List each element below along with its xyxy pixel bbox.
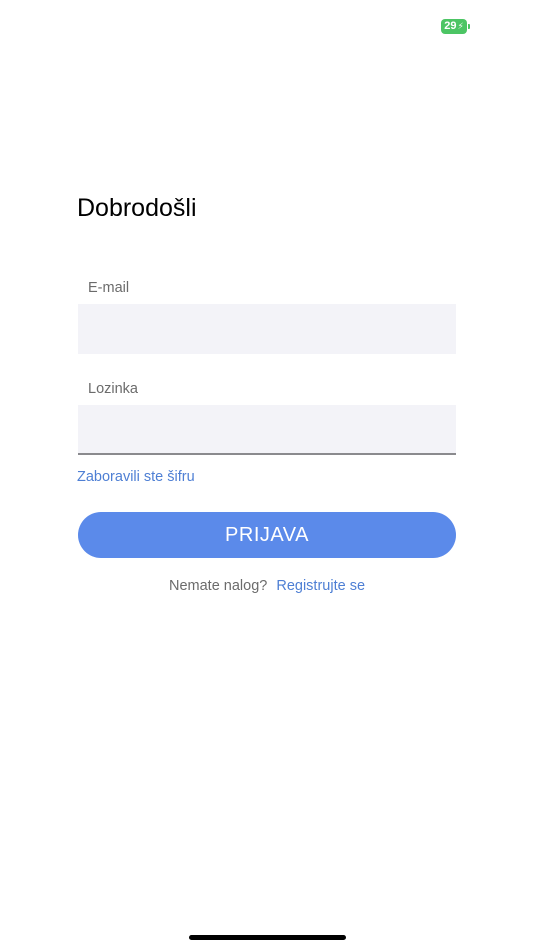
password-label: Lozinka (88, 381, 138, 397)
email-field[interactable] (78, 304, 456, 354)
bolt-icon: ⚡ (457, 21, 464, 31)
home-indicator[interactable] (189, 935, 346, 940)
login-screen: 29 ⚡ Dobrodošli E-mail Lozinka Zaboravil… (0, 0, 534, 950)
page-title: Dobrodošli (77, 194, 197, 222)
battery-cap (468, 24, 470, 29)
login-button[interactable]: PRIJAVA (78, 512, 456, 558)
password-field[interactable] (78, 405, 456, 455)
battery-indicator: 29 ⚡ (441, 19, 470, 34)
signup-prompt: Nemate nalog? (168, 578, 268, 594)
battery-level: 29 (444, 20, 457, 32)
signup-row: Nemate nalog? Registrujte se (0, 578, 534, 594)
email-label: E-mail (88, 280, 130, 296)
forgot-password-link[interactable]: Zaboravili ste šifru (77, 469, 195, 485)
register-link[interactable]: Registrujte se (276, 578, 365, 594)
